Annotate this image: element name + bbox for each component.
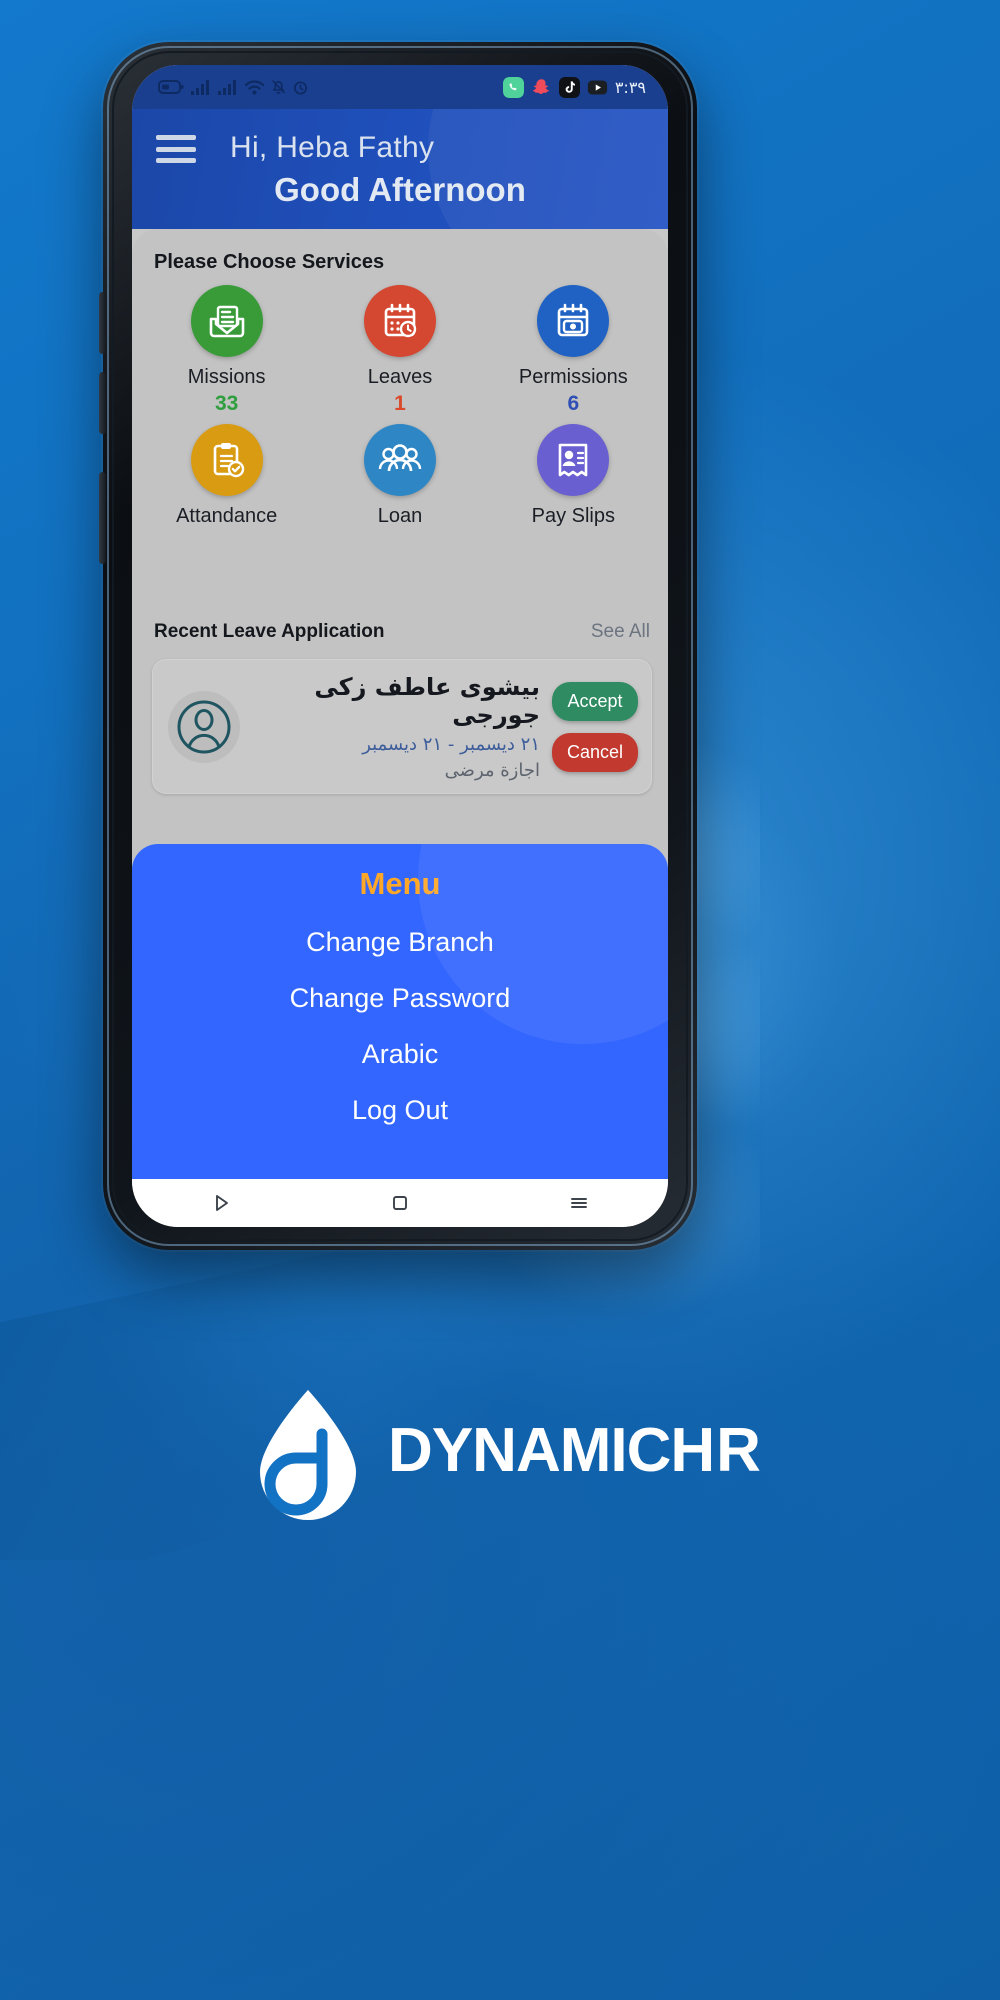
service-label: Loan xyxy=(377,505,423,527)
people-group-icon xyxy=(378,444,422,472)
leave-type: اجازة مرضى xyxy=(444,759,540,781)
hamburger-icon[interactable] xyxy=(156,135,196,163)
signal-icon xyxy=(191,79,209,95)
bell-mute-icon xyxy=(271,79,286,94)
dynamic-hr-drop-logo xyxy=(260,1390,357,1520)
services-grid: Missions 33 Leaves 1 Permissions 6 Attan… xyxy=(140,285,660,557)
service-label: Missions xyxy=(187,366,266,388)
leave-application-card[interactable]: بيشوى عاطف زكى جورجى ٢١ ديسمبر - ٢١ ديسم… xyxy=(152,659,652,794)
calendar-camera-icon xyxy=(558,303,589,337)
android-navigation-bar xyxy=(132,1179,668,1227)
phone-button-volume-down xyxy=(99,372,106,434)
service-icon-wrap xyxy=(537,424,610,496)
user-avatar-icon xyxy=(177,700,231,753)
service-icon-wrap xyxy=(363,424,436,496)
status-bar-time: ٣:٣٩ xyxy=(614,77,646,97)
calendar-clock-icon xyxy=(384,303,417,338)
status-bar-right: ٣:٣٩ xyxy=(502,76,646,98)
leave-employee-name: بيشوى عاطف زكى جورجى xyxy=(314,672,540,729)
phone-button-volume-up xyxy=(99,292,106,354)
brand-name: DYNAMICHR xyxy=(388,1415,762,1486)
service-icon-wrap xyxy=(363,285,436,357)
menu-title: Menu xyxy=(359,866,441,901)
menu-item-log-out[interactable]: Log Out xyxy=(132,1095,668,1126)
leave-card-actions: Accept Cancel xyxy=(552,681,638,772)
recent-leave-title: Recent Leave Application xyxy=(154,621,385,642)
brand-lockup: DYNAMICHR xyxy=(0,1380,1000,1520)
service-item-loan[interactable]: Loan xyxy=(313,424,486,557)
envelope-document-icon xyxy=(209,305,244,338)
service-count: 1 xyxy=(394,392,406,415)
greeting-name: Hi, Heba Fathy xyxy=(230,131,435,164)
service-icon-wrap xyxy=(190,285,263,357)
brand-name-accent: HR xyxy=(670,1415,762,1485)
menu-item-change-password[interactable]: Change Password xyxy=(132,983,668,1014)
phone-button-power xyxy=(99,472,106,564)
phone-mockup: ٣:٣٩ Hi, Heba Fathy Good Afternoon Pleas… xyxy=(99,42,697,1250)
back-triangle-icon[interactable] xyxy=(209,1191,233,1215)
youtube-icon xyxy=(587,80,607,94)
service-label: Attandance xyxy=(176,505,278,527)
battery-icon xyxy=(158,80,184,94)
service-label: Permissions xyxy=(518,366,628,388)
whatsapp-icon xyxy=(502,76,524,98)
service-label: Leaves xyxy=(367,366,433,388)
see-all-link[interactable]: See All xyxy=(591,621,650,643)
service-icon-wrap xyxy=(190,424,263,496)
recents-lines-icon[interactable] xyxy=(567,1191,591,1215)
recent-leave-header: Recent Leave Application See All xyxy=(154,621,650,643)
payslip-person-icon xyxy=(559,443,588,477)
cancel-button[interactable]: Cancel xyxy=(552,732,638,772)
service-icon-wrap xyxy=(537,285,610,357)
brand-name-main: DYNAMIC xyxy=(388,1415,671,1485)
leave-card-texts: بيشوى عاطف زكى جورجى ٢١ ديسمبر - ٢١ ديسم… xyxy=(240,673,552,781)
home-square-icon[interactable] xyxy=(388,1191,412,1215)
service-count: 33 xyxy=(214,392,239,415)
service-item-missions[interactable]: Missions 33 xyxy=(140,285,313,418)
greeting-time: Good Afternoon xyxy=(274,171,526,208)
avatar xyxy=(168,690,240,763)
service-label: Pay Slips xyxy=(531,505,615,527)
service-item-permissions[interactable]: Permissions 6 xyxy=(487,285,660,418)
tiktok-icon xyxy=(558,76,580,98)
menu-item-change-branch[interactable]: Change Branch xyxy=(132,927,668,958)
accept-button[interactable]: Accept xyxy=(552,681,638,721)
service-item-attandance[interactable]: Attandance xyxy=(140,424,313,557)
service-item-leaves[interactable]: Leaves 1 xyxy=(313,285,486,418)
status-bar: ٣:٣٩ xyxy=(132,65,668,109)
menu-overlay-panel: Menu Change Branch Change Password Arabi… xyxy=(132,844,668,1179)
phone-screen: ٣:٣٩ Hi, Heba Fathy Good Afternoon Pleas… xyxy=(132,65,668,1227)
menu-item-arabic[interactable]: Arabic xyxy=(132,1039,668,1070)
app-header: Hi, Heba Fathy Good Afternoon xyxy=(132,109,668,229)
services-title: Please Choose Services xyxy=(154,251,385,273)
status-bar-left xyxy=(158,79,308,95)
leave-date-range: ٢١ ديسمبر - ٢١ ديسمبر xyxy=(362,733,540,755)
wifi-icon xyxy=(245,79,264,94)
snapchat-icon xyxy=(532,78,549,94)
clipboard-check-icon xyxy=(213,443,244,478)
alarm-icon xyxy=(293,80,308,95)
service-item-pay-slips[interactable]: Pay Slips xyxy=(487,424,660,557)
service-count: 6 xyxy=(567,392,580,415)
signal-icon xyxy=(218,79,236,95)
